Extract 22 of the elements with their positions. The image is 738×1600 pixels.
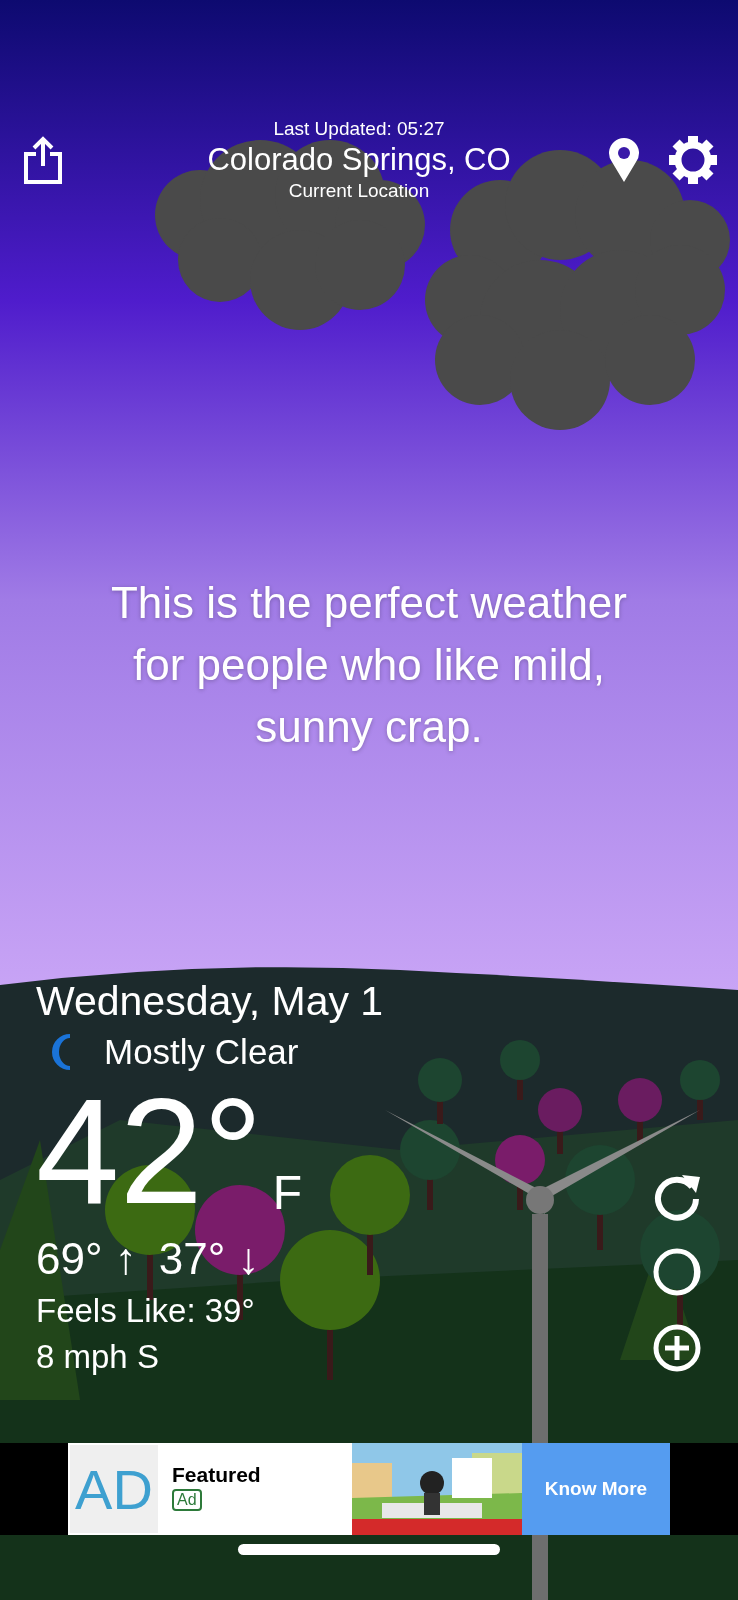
- location-subtitle: Current Location: [288, 180, 430, 202]
- weather-quote: This is the perfect weather for people who like mild, sunny crap.: [110, 577, 628, 753]
- location-pin-icon[interactable]: [608, 136, 640, 184]
- ad-logo: AD: [70, 1445, 158, 1533]
- tree: [680, 1060, 720, 1120]
- temperature-unit[interactable]: F: [272, 1165, 303, 1220]
- tree: [418, 1058, 462, 1124]
- wind-speed: 8 mph S: [36, 1338, 160, 1376]
- settings-icon[interactable]: [668, 135, 718, 185]
- temperature: 42°: [36, 1076, 263, 1226]
- tree: [500, 1040, 540, 1100]
- last-updated: Last Updated: 05:27: [273, 118, 445, 140]
- condition-label: Mostly Clear: [104, 1032, 299, 1072]
- high-temperature: 69° ↑: [36, 1234, 137, 1284]
- feels-like: Feels Like: 39°: [36, 1292, 256, 1330]
- ad-title: Featured: [172, 1463, 262, 1487]
- low-temperature: 37° ↓: [158, 1234, 260, 1284]
- add-icon[interactable]: [652, 1323, 702, 1373]
- date-label: Wednesday, May 1: [36, 977, 384, 1026]
- ad-badge: Ad: [172, 1489, 202, 1511]
- share-icon[interactable]: [22, 136, 64, 184]
- location-name[interactable]: Colorado Springs, CO: [207, 142, 511, 178]
